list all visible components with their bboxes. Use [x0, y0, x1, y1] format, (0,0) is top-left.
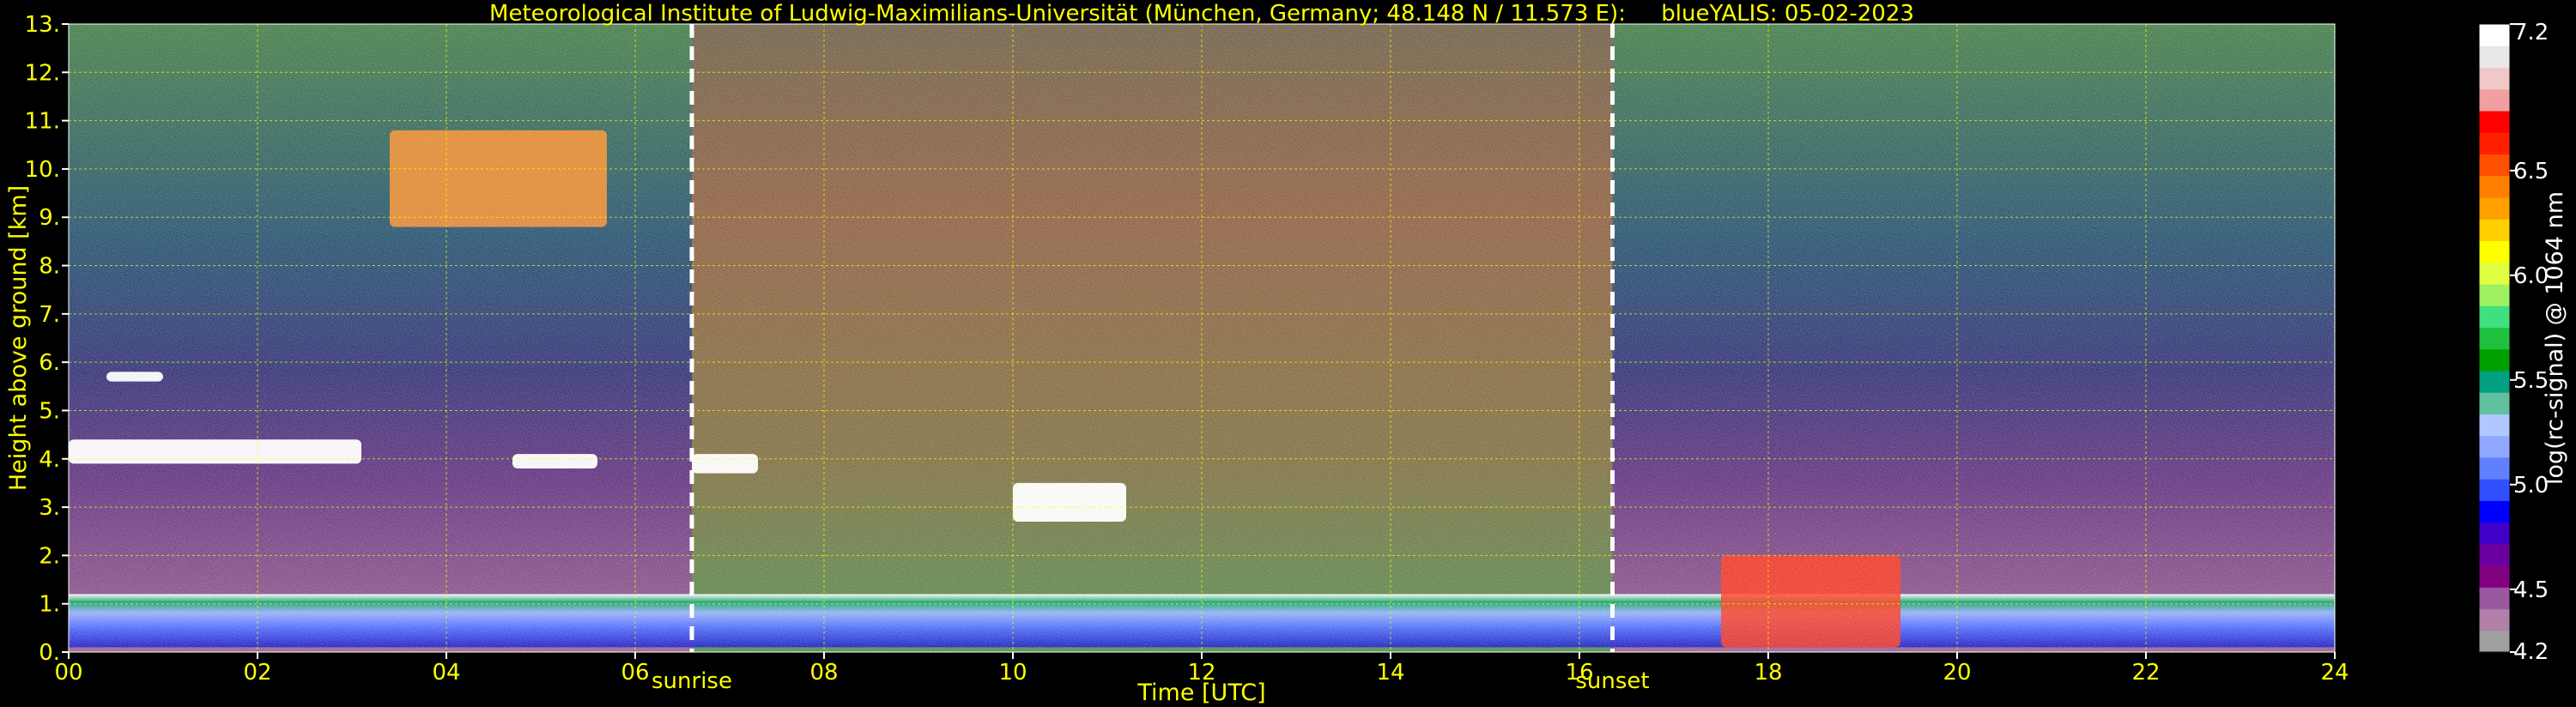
x-tick-label: 02 — [243, 660, 271, 686]
colorbar: 4.24.55.05.56.06.57.2 — [2478, 20, 2549, 665]
colorbar-segment — [2479, 565, 2510, 588]
colorbar-segment — [2479, 522, 2510, 545]
colorbar-segment — [2479, 392, 2510, 414]
y-axis-label: Height above ground [km] — [5, 185, 32, 491]
colorbar-segment — [2479, 88, 2510, 112]
colorbar-segment — [2479, 414, 2510, 437]
x-tick-label: 14 — [1376, 660, 1404, 686]
colorbar-segment — [2479, 67, 2510, 90]
colorbar-segment — [2479, 283, 2510, 306]
x-tick-label: 04 — [432, 660, 460, 686]
y-tick-label: 5. — [39, 398, 60, 424]
y-tick-label: 3. — [39, 495, 60, 521]
x-tick-label: 22 — [2131, 660, 2160, 686]
y-tick-label: 9. — [39, 205, 60, 231]
x-tick-label: 20 — [1943, 660, 1971, 686]
colorbar-segment — [2479, 435, 2510, 458]
y-tick-label: 6. — [39, 350, 60, 376]
y-tick-label: 8. — [39, 254, 60, 280]
x-axis-label: Time [UTC] — [1136, 680, 1265, 706]
colorbar-segment — [2479, 196, 2510, 220]
colorbar-segment — [2479, 543, 2510, 566]
chart-title: Meteorological Institute of Ludwig-Maxim… — [489, 1, 1914, 27]
y-tick-label: 7. — [39, 302, 60, 328]
y-tick-label: 4. — [39, 447, 60, 473]
x-tick-label: 08 — [809, 660, 838, 686]
sunrise-label: sunrise — [652, 668, 732, 694]
colorbar-segment — [2479, 132, 2510, 155]
y-tick-label: 2. — [39, 543, 60, 569]
y-tick-label: 1. — [39, 592, 60, 618]
colorbar-tick-label: 4.2 — [2513, 639, 2549, 665]
colorbar-tick-label: 6.5 — [2513, 159, 2549, 184]
colorbar-segment — [2479, 608, 2510, 631]
y-tick-label: 13. — [25, 12, 60, 38]
y-tick-label: 10. — [25, 157, 60, 183]
colorbar-segment — [2479, 110, 2510, 133]
colorbar-segment — [2479, 327, 2510, 350]
y-tick-label: 11. — [25, 109, 60, 135]
colorbar-segment — [2479, 175, 2510, 198]
lidar-quicklook: sunrise sunset 00 02 04 06 08 10 12 14 16 18 20 22 24… — [5, 1, 2568, 706]
colorbar-tick-label: 7.2 — [2513, 20, 2549, 45]
colorbar-segment — [2479, 587, 2510, 610]
colorbar-segment — [2479, 500, 2510, 523]
colorbar-segment — [2479, 479, 2510, 501]
x-tick-label: 16 — [1565, 660, 1593, 686]
colorbar-segment — [2479, 219, 2510, 242]
colorbar-segment — [2479, 24, 2510, 46]
colorbar-segment — [2479, 456, 2510, 480]
colorbar-segment — [2479, 630, 2510, 653]
x-tick-label: 24 — [2320, 660, 2349, 686]
colorbar-segment — [2479, 240, 2510, 263]
x-tick-label: 06 — [621, 660, 649, 686]
colorbar-tick-label: 4.5 — [2513, 577, 2549, 603]
colorbar-label: log(rc-signal) @ 1064 nm — [2542, 191, 2568, 485]
colorbar-segment — [2479, 305, 2510, 328]
colorbar-segment — [2479, 154, 2510, 177]
colorbar-segment — [2479, 348, 2510, 372]
x-tick-label: 18 — [1754, 660, 1782, 686]
colorbar-segment — [2479, 262, 2510, 285]
y-tick-label: 12. — [25, 60, 60, 86]
x-tick-label: 10 — [998, 660, 1027, 686]
colorbar-segment — [2479, 45, 2510, 69]
y-tick-label: 0. — [39, 640, 60, 666]
colorbar-segment — [2479, 370, 2510, 393]
